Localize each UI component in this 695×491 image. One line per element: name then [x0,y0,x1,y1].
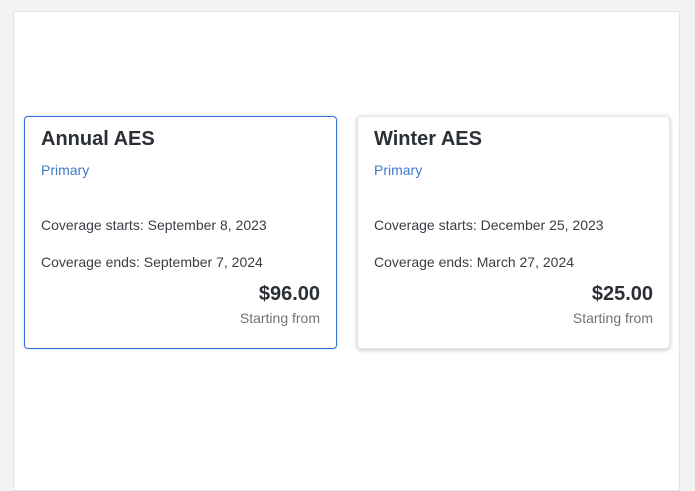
plan-title: Annual AES [41,128,155,150]
plan-type: Primary [41,162,90,178]
plan-title: Winter AES [374,128,482,150]
plan-price: $25.00 [591,283,653,305]
coverage-starts: Coverage starts: December 25, 2023 [374,217,604,233]
plan-price: $96.00 [258,283,320,305]
coverage-ends: Coverage ends: March 27, 2024 [374,254,575,270]
price-note: Starting from [572,310,653,326]
coverage-starts: Coverage starts: September 8, 2023 [41,217,267,233]
plan-card-winter-aes[interactable]: Winter AES Primary Coverage starts: Dece… [357,116,670,349]
plan-type: Primary [374,162,423,178]
price-note: Starting from [239,310,320,326]
plan-card-annual-aes[interactable]: Annual AES Primary Coverage starts: Sept… [24,116,337,349]
plan-list: Annual AES Primary Coverage starts: Sept… [0,0,695,482]
coverage-ends: Coverage ends: September 7, 2024 [41,254,263,270]
